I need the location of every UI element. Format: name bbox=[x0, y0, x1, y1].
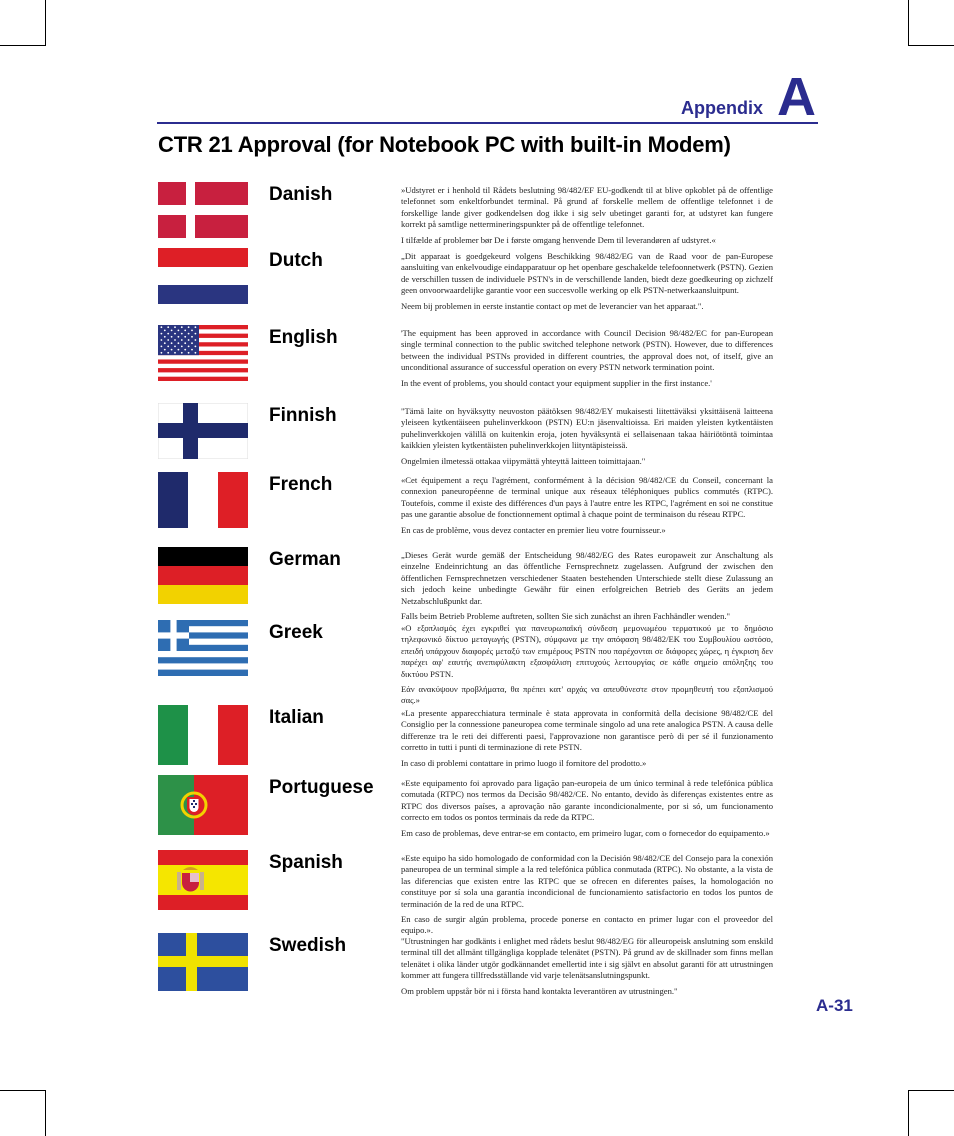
approval-text: 'The equipment has been approved in acco… bbox=[401, 328, 773, 393]
approval-paragraph: "Utrustningen har godkänts i enlighet me… bbox=[401, 936, 773, 981]
language-name: French bbox=[269, 474, 333, 495]
approval-paragraph: 'The equipment has been approved in acco… bbox=[401, 328, 773, 373]
contact-paragraph: I tilfælde af problemer bør De i første … bbox=[401, 234, 716, 245]
contact-paragraph: Εάν ανακύψουν προβλήματα, θα πρέπει κατ'… bbox=[401, 684, 773, 706]
contact-paragraph: En cas de problème, vous devez contacter… bbox=[401, 524, 666, 535]
approval-text: „Dieses Gerät wurde gemäß der Entscheidu… bbox=[401, 550, 773, 626]
crop-mark-top-left bbox=[0, 0, 46, 46]
contact-paragraph: En caso de surgir algún problema, proced… bbox=[401, 914, 773, 936]
approval-paragraph: «La presente apparecchiatura terminale è… bbox=[401, 708, 773, 753]
approval-paragraph: »Udstyret er i henhold til Rådets beslut… bbox=[401, 185, 773, 230]
approval-text: «La presente apparecchiatura terminale è… bbox=[401, 708, 773, 773]
germany-flag-icon bbox=[158, 547, 248, 604]
approval-text: «Ο εξοπλισμός έχει εγκριθεί για πανευρωπ… bbox=[401, 623, 773, 711]
contact-paragraph: In caso di problemi contattare in primo … bbox=[401, 757, 647, 768]
approval-text: «Cet équipement a reçu l'agrément, confo… bbox=[401, 475, 773, 540]
approval-paragraph: «Ο εξοπλισμός έχει εγκριθεί για πανευρωπ… bbox=[401, 623, 773, 679]
approval-paragraph: „Dieses Gerät wurde gemäß der Entscheidu… bbox=[401, 550, 773, 606]
approval-text: «Este equipo ha sido homologado de confo… bbox=[401, 853, 773, 941]
page-title: CTR 21 Approval (for Notebook PC with bu… bbox=[158, 132, 731, 157]
denmark-flag-icon bbox=[158, 182, 248, 238]
language-name: Dutch bbox=[269, 250, 323, 271]
language-name: Spanish bbox=[269, 852, 343, 873]
usa-flag-icon bbox=[158, 325, 248, 381]
language-name: English bbox=[269, 327, 338, 348]
contact-paragraph: Em caso de problemas, deve entrar-se em … bbox=[401, 827, 770, 838]
approval-text: "Tämä laite on hyväksytty neuvoston päät… bbox=[401, 406, 773, 471]
language-name: Finnish bbox=[269, 405, 337, 426]
netherlands-flag-icon bbox=[158, 248, 248, 304]
portugal-flag-icon bbox=[158, 775, 248, 835]
contact-paragraph: In the event of problems, you should con… bbox=[401, 377, 712, 388]
contact-paragraph: Neem bij problemen in eerste instantie c… bbox=[401, 300, 704, 311]
language-name: Greek bbox=[269, 622, 323, 643]
language-name: Portuguese bbox=[269, 777, 374, 798]
crop-mark-bottom-right bbox=[908, 1090, 954, 1136]
language-name: Danish bbox=[269, 184, 333, 205]
sweden-flag-icon bbox=[158, 933, 248, 991]
language-name: German bbox=[269, 549, 341, 570]
italy-flag-icon bbox=[158, 705, 248, 765]
language-name: Swedish bbox=[269, 935, 347, 956]
contact-paragraph: Ongelmien ilmetessä ottakaa viipymättä y… bbox=[401, 455, 646, 466]
approval-text: „Dit apparaat is goedgekeurd volgens Bes… bbox=[401, 251, 773, 316]
approval-paragraph: «Cet équipement a reçu l'agrément, confo… bbox=[401, 475, 773, 520]
finland-flag-icon bbox=[158, 403, 248, 459]
contact-paragraph: Falls beim Betrieb Probleme auftreten, s… bbox=[401, 611, 731, 622]
france-flag-icon bbox=[158, 472, 248, 528]
section-label: Appendix bbox=[680, 98, 763, 118]
contact-paragraph: Om problem uppstår bör ni i första hand … bbox=[401, 985, 678, 996]
approval-text: "Utrustningen har godkänts i enlighet me… bbox=[401, 936, 773, 1001]
greece-flag-icon bbox=[158, 620, 248, 676]
spain-flag-icon bbox=[158, 850, 248, 910]
approval-text: «Este equipamento foi aprovado para liga… bbox=[401, 778, 773, 843]
approval-text: »Udstyret er i henhold til Rådets beslut… bbox=[401, 185, 773, 250]
approval-paragraph: «Este equipo ha sido homologado de confo… bbox=[401, 853, 773, 909]
approval-paragraph: „Dit apparaat is goedgekeurd volgens Bes… bbox=[401, 251, 773, 296]
approval-paragraph: «Este equipamento foi aprovado para liga… bbox=[401, 778, 773, 823]
page-header: Appendix A bbox=[157, 70, 818, 124]
language-name: Italian bbox=[269, 707, 324, 728]
page-number: A-31 bbox=[816, 996, 853, 1015]
crop-mark-top-right bbox=[908, 0, 954, 46]
approval-paragraph: "Tämä laite on hyväksytty neuvoston päät… bbox=[401, 406, 773, 451]
section-letter: A bbox=[777, 67, 816, 127]
crop-mark-bottom-left bbox=[0, 1090, 46, 1136]
